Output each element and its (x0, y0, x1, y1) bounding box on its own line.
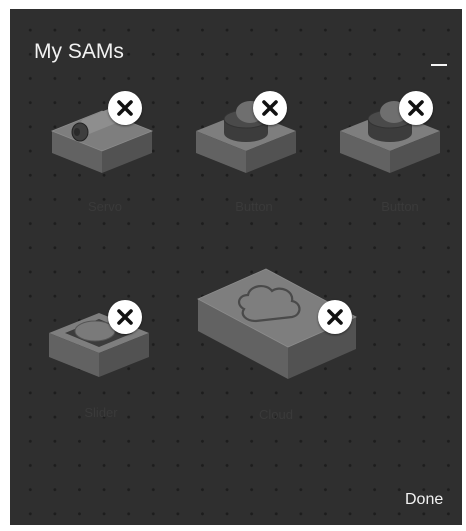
block-label: Slider (84, 405, 118, 420)
close-icon (262, 100, 278, 116)
remove-button-2-button[interactable] (399, 91, 433, 125)
close-icon (408, 100, 424, 116)
block-label: Button (381, 199, 419, 214)
done-button[interactable]: Done (405, 491, 443, 509)
remove-button-1-button[interactable] (253, 91, 287, 125)
minimize-button[interactable] (426, 47, 450, 71)
block-label: Button (235, 199, 273, 214)
minimize-icon (431, 64, 447, 66)
close-icon (327, 309, 343, 325)
block-label: Cloud (259, 407, 293, 422)
remove-slider-button[interactable] (108, 300, 142, 334)
sam-block-cloud[interactable]: Cloud (196, 255, 366, 425)
cloud-icon (197, 268, 357, 379)
remove-cloud-button[interactable] (318, 300, 352, 334)
close-icon (117, 100, 133, 116)
my-sams-panel: My SAMs Servo Button Button Slider Cloud… (10, 9, 462, 525)
panel-title: My SAMs (34, 40, 124, 63)
block-label: Servo (88, 199, 122, 214)
remove-servo-button[interactable] (108, 91, 142, 125)
close-icon (117, 309, 133, 325)
